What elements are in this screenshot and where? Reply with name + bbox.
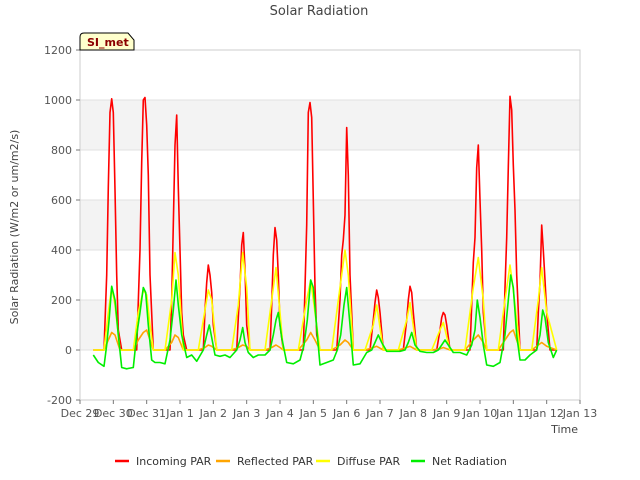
x-tick-label: Jan 12 [528, 407, 563, 420]
y-axis-title: Solar Radiation (W/m2 or um/m2/s) [8, 130, 21, 325]
x-axis-title: Time [550, 423, 578, 436]
legend-label-net-radiation: Net Radiation [432, 455, 507, 468]
x-tick-label: Jan 4 [265, 407, 293, 420]
x-tick-label: Jan 3 [232, 407, 260, 420]
chart-title: Solar Radiation [270, 4, 369, 19]
chart-figure: -200 0 200 400 600 800 1000 1200 Dec 29 Dec 30 De… [0, 0, 640, 480]
x-tick-label: Jan 10 [462, 407, 497, 420]
plot-band [80, 350, 580, 400]
y-tick-label: 200 [51, 294, 72, 307]
x-tick-label: Dec 31 [127, 407, 166, 420]
y-tick-label: 0 [65, 344, 72, 357]
legend-label-diffuse-par: Diffuse PAR [337, 455, 401, 468]
solar-radiation-chart: -200020040060080010001200 Dec 29Dec 30De… [8, 4, 597, 468]
legend: Incoming PAR Reflected PAR Diffuse PAR Net … [115, 455, 507, 468]
x-tick-label: Jan 11 [495, 407, 530, 420]
y-tick-label: 600 [51, 194, 72, 207]
x-tick-label: Jan 2 [199, 407, 227, 420]
plot-band [80, 150, 580, 200]
y-tick-label: 1200 [44, 44, 72, 57]
x-axis-ticks: Dec 29Dec 30Dec 31 Jan 1 Jan 2 Jan 3 Jan 4 Ja… [61, 400, 597, 420]
x-tick-label: Jan 7 [365, 407, 393, 420]
x-tick-label: Jan 5 [299, 407, 327, 420]
site-badge-label: SI_met [87, 36, 129, 49]
x-tick-label: Jan 9 [432, 407, 460, 420]
x-tick-label: Jan 6 [332, 407, 360, 420]
plot-band [80, 100, 580, 150]
y-tick-label: -200 [47, 394, 72, 407]
x-tick-label: Jan 13 [562, 407, 597, 420]
x-tick-label: Jan 8 [399, 407, 427, 420]
legend-label-incoming-par: Incoming PAR [136, 455, 212, 468]
site-badge: SI_met [79, 32, 135, 51]
y-tick-label: 1000 [44, 94, 72, 107]
y-tick-label: 800 [51, 144, 72, 157]
plot-band [80, 200, 580, 250]
y-axis-ticks: -200 0 200 400 600 800 1000 1200 [44, 44, 80, 407]
legend-label-reflected-par: Reflected PAR [237, 455, 314, 468]
plot-background [80, 50, 580, 400]
plot-band [80, 50, 580, 100]
y-tick-label: 400 [51, 244, 72, 257]
x-tick-label: Jan 1 [165, 407, 193, 420]
